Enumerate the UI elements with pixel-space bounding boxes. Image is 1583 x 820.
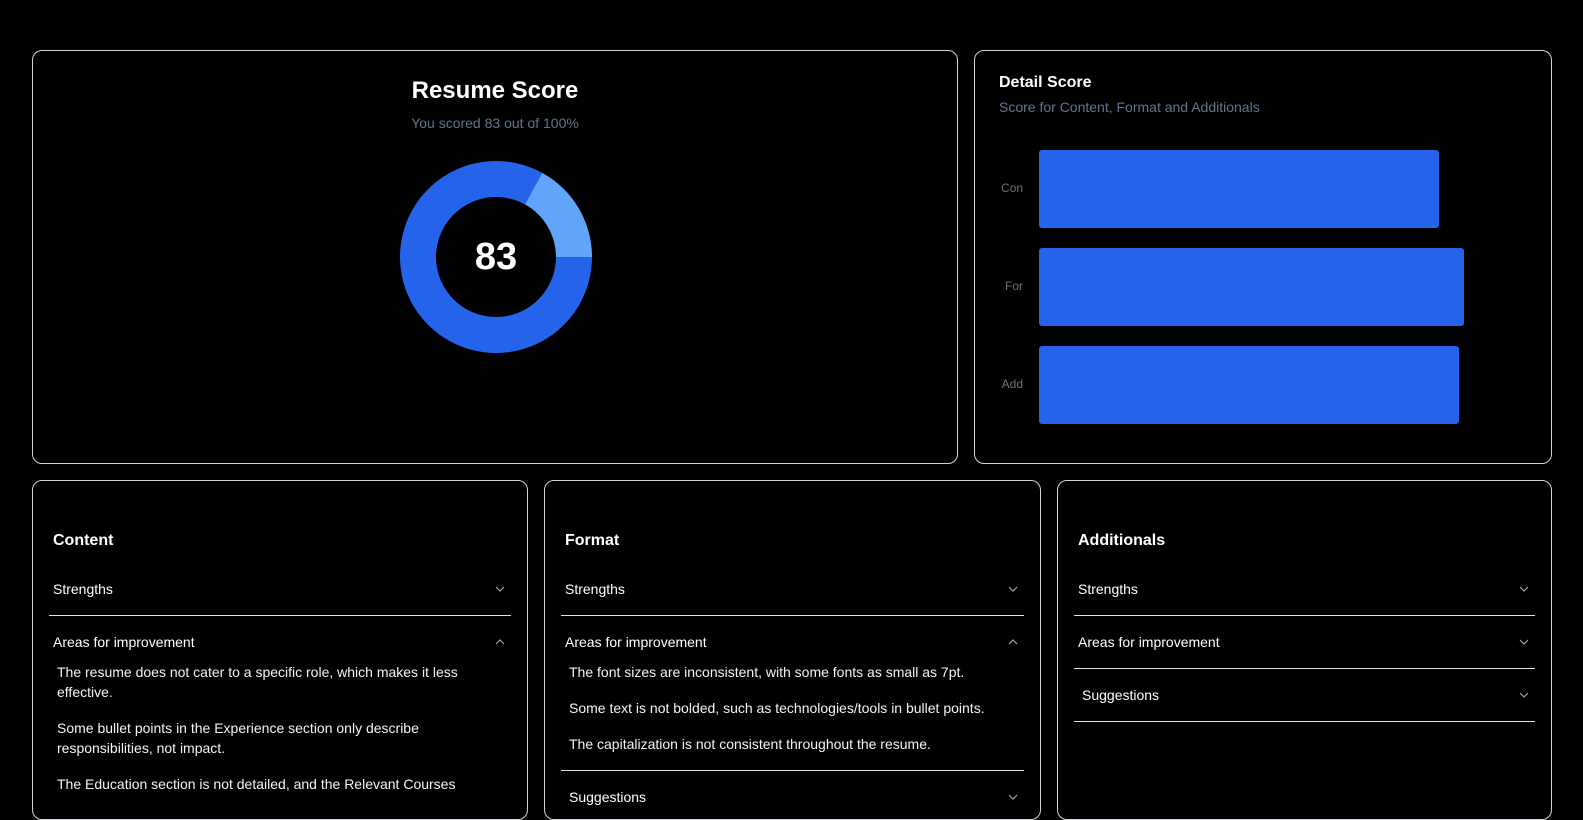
resume-score-subtitle: You scored 83 out of 100%: [411, 115, 579, 131]
chevron-down-icon: [495, 586, 505, 592]
chevron-up-icon: [495, 639, 505, 645]
format-strengths-label: Strengths: [565, 581, 625, 597]
content-accordion: Strengths Areas for improvement The resu…: [49, 563, 511, 810]
additionals-strengths-label: Strengths: [1078, 581, 1138, 597]
additionals-card: Additionals Strengths Areas for improvem…: [1057, 480, 1552, 820]
bar-label: Add: [1001, 377, 1023, 391]
format-suggestions-label: Suggestions: [569, 789, 647, 805]
format-improvement-toggle[interactable]: Areas for improvement: [561, 616, 1024, 668]
content-improvement-list: The resume does not cater to a specific …: [49, 662, 511, 794]
additionals-suggestions-toggle[interactable]: Suggestions: [1074, 669, 1535, 722]
format-improvement-item: The font sizes are inconsistent, with so…: [569, 664, 965, 680]
bar-for: [1039, 248, 1464, 326]
format-improvement-item: The capitalization is not consistent thr…: [569, 736, 931, 752]
resume-score-card: Resume Score You scored 83 out of 100% 8…: [32, 50, 958, 464]
chevron-down-icon: [1008, 794, 1018, 800]
resume-score-title: Resume Score: [411, 77, 579, 104]
format-improvement-list: The font sizes are inconsistent, with so…: [561, 662, 1024, 771]
chevron-down-icon: [1519, 692, 1529, 698]
content-strengths-label: Strengths: [53, 581, 113, 597]
content-improvement-item: The resume does not cater to a specific …: [57, 664, 458, 700]
chevron-up-icon: [1008, 639, 1018, 645]
format-title: Format: [565, 532, 620, 549]
additionals-strengths-toggle[interactable]: Strengths: [1074, 563, 1535, 616]
detail-score-subtitle: Score for Content, Format and Additional…: [999, 99, 1260, 115]
bar-label: For: [1005, 279, 1023, 293]
score-value: 83: [474, 235, 518, 278]
additionals-improvement-toggle[interactable]: Areas for improvement: [1074, 616, 1535, 669]
chevron-down-icon: [1519, 586, 1529, 592]
bar-label: Con: [1000, 181, 1023, 195]
detail-score-card: Detail Score Score for Content, Format a…: [974, 50, 1552, 464]
chevron-down-icon: [1008, 586, 1018, 592]
format-improvement-label: Areas for improvement: [565, 634, 707, 650]
format-card: Format Strengths Areas for improvement T…: [544, 480, 1041, 820]
content-improvement-item: The Education section is not detailed, a…: [57, 776, 456, 792]
content-improvement-toggle[interactable]: Areas for improvement: [49, 616, 511, 668]
additionals-improvement-label: Areas for improvement: [1078, 634, 1220, 650]
additionals-suggestions-label: Suggestions: [1082, 687, 1160, 703]
content-improvement-label: Areas for improvement: [53, 634, 195, 650]
chevron-down-icon: [1519, 639, 1529, 645]
format-strengths-toggle[interactable]: Strengths: [561, 563, 1024, 616]
bar-add: [1039, 346, 1459, 424]
content-title: Content: [53, 532, 114, 549]
bar-con: [1039, 150, 1439, 228]
additionals-title: Additionals: [1078, 532, 1166, 549]
score-donut-chart: 83: [400, 161, 592, 353]
format-accordion: Strengths Areas for improvement The font…: [561, 563, 1024, 819]
detail-score-title: Detail Score: [999, 74, 1092, 91]
content-strengths-toggle[interactable]: Strengths: [49, 563, 511, 616]
content-improvement-item: Some bullet points in the Experience sec…: [57, 720, 419, 756]
format-suggestions-toggle[interactable]: Suggestions: [561, 771, 1024, 819]
content-card: Content Strengths Areas for improvement …: [32, 480, 528, 820]
additionals-accordion: Strengths Areas for improvement Suggesti…: [1074, 563, 1535, 722]
format-improvement-item: Some text is not bolded, such as technol…: [569, 700, 985, 716]
